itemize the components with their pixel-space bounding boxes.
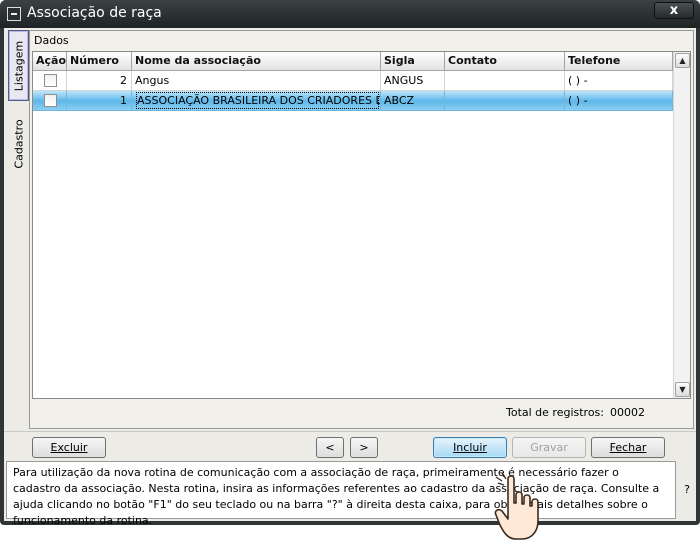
incluir-button[interactable]: Incluir	[433, 437, 507, 458]
app-window: Associação de raça x Listagem Cadastro D…	[0, 0, 700, 540]
column-header-contato[interactable]: Contato	[445, 52, 565, 71]
tab-listagem-label: Listagem	[12, 40, 25, 91]
contato-cell	[445, 91, 565, 111]
panel-label: Dados	[34, 34, 69, 47]
vertical-scrollbar[interactable]: ▲ ▼	[673, 52, 690, 398]
sigla-cell: ANGUS	[381, 71, 445, 91]
previous-button[interactable]: <	[316, 437, 344, 458]
gravar-button[interactable]: Gravar	[512, 437, 586, 458]
fechar-button[interactable]: Fechar	[591, 437, 665, 458]
total-records-value: 00002	[610, 406, 645, 419]
scroll-up-icon[interactable]: ▲	[675, 53, 690, 68]
column-header-numero[interactable]: Número	[67, 52, 132, 71]
action-checkbox[interactable]	[44, 94, 57, 107]
tab-cadastro-label: Cadastro	[12, 119, 25, 169]
column-header-acao[interactable]: Ação	[33, 52, 67, 71]
total-records: Total de registros: 00002	[500, 406, 645, 419]
action-cell	[33, 91, 67, 111]
grid-header: Ação Número Nome da associação Sigla Con…	[33, 52, 673, 71]
nome-cell: Angus	[132, 71, 381, 91]
scroll-down-icon[interactable]: ▼	[675, 382, 690, 397]
numero-cell: 1	[67, 91, 132, 111]
column-header-sigla[interactable]: Sigla	[381, 52, 445, 71]
system-menu-icon[interactable]	[7, 7, 21, 21]
help-question-button[interactable]: ?	[680, 483, 694, 496]
table-row-selected[interactable]: 1 ASSOCIAÇÃO BRASILEIRA DOS CRIADORES DE…	[33, 91, 673, 111]
help-text-box: Para utilização da nova rotina de comuni…	[6, 461, 676, 527]
table-row[interactable]: 2 Angus ANGUS ( ) -	[33, 71, 673, 91]
window-title: Associação de raça	[27, 5, 162, 21]
records-grid[interactable]: Ação Número Nome da associação Sigla Con…	[32, 51, 691, 399]
total-records-label: Total de registros:	[505, 406, 604, 419]
action-checkbox[interactable]	[44, 74, 57, 87]
client-area: Listagem Cadastro Dados Ação Número Nome…	[4, 28, 696, 540]
hand-pointer-icon	[494, 473, 539, 540]
tab-cadastro[interactable]: Cadastro	[8, 104, 29, 184]
column-header-nome[interactable]: Nome da associação	[132, 52, 381, 71]
numero-cell: 2	[67, 71, 132, 91]
data-panel: Dados Ação Número Nome da associação Sig…	[29, 30, 694, 429]
action-cell	[33, 71, 67, 91]
column-header-telefone[interactable]: Telefone	[565, 52, 673, 71]
close-button[interactable]: x	[654, 2, 694, 19]
telefone-cell: ( ) -	[565, 71, 673, 91]
title-bar: Associação de raça x	[0, 0, 700, 28]
excluir-button-label: Excluir	[50, 441, 88, 454]
nome-cell-text: ASSOCIAÇÃO BRASILEIRA DOS CRIADORES DE Z…	[136, 92, 380, 109]
contato-cell	[445, 71, 565, 91]
excluir-button[interactable]: Excluir	[32, 437, 106, 458]
tab-listagem[interactable]: Listagem	[8, 30, 29, 101]
fechar-button-label: Fechar	[609, 441, 647, 454]
nome-cell: ASSOCIAÇÃO BRASILEIRA DOS CRIADORES DE Z…	[132, 91, 381, 111]
telefone-cell: ( ) -	[565, 91, 673, 111]
next-button[interactable]: >	[350, 437, 378, 458]
sigla-cell: ABCZ	[381, 91, 445, 111]
incluir-button-label: Incluir	[453, 441, 487, 454]
button-bar: Excluir < > Incluir Gravar Fechar	[4, 431, 696, 459]
